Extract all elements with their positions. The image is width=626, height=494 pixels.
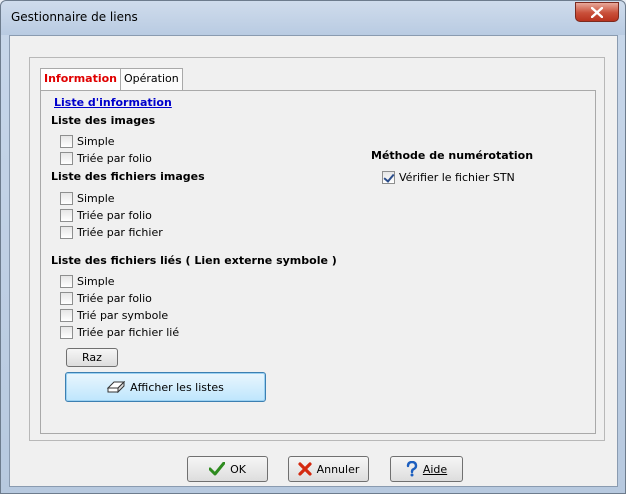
linked-folio-option[interactable]: Triée par folio: [60, 290, 152, 306]
images-simple-checkbox[interactable]: [60, 134, 73, 148]
tab-information[interactable]: Information: [40, 68, 121, 90]
image-files-section-title: Liste des fichiers images: [51, 170, 205, 183]
checkbox-label: Triée par folio: [77, 151, 152, 165]
tab-strip: Information Opération: [40, 68, 183, 90]
check-stn-option[interactable]: Vérifier le fichier STN: [382, 169, 515, 185]
close-icon: [591, 6, 603, 18]
window-title: Gestionnaire de liens: [11, 10, 138, 24]
check-stn-checkbox[interactable]: [382, 170, 395, 184]
show-lists-button-label: Afficher les listes: [130, 380, 224, 394]
checkbox-label: Vérifier le fichier STN: [399, 170, 515, 184]
close-button[interactable]: [575, 2, 619, 22]
tab-content-information: Liste d'information Liste des images Sim…: [40, 90, 596, 434]
linked-file-option[interactable]: Triée par fichier lié: [60, 324, 179, 340]
image-files-simple-option[interactable]: Simple: [60, 190, 115, 206]
images-section-title: Liste des images: [51, 114, 156, 127]
checkbox-label: Trié par symbole: [77, 308, 169, 322]
image-files-folio-option[interactable]: Triée par folio: [60, 207, 152, 223]
title-bar[interactable]: Gestionnaire de liens: [1, 1, 625, 35]
dialog-window: Gestionnaire de liens Information Opérat…: [0, 0, 626, 494]
info-list-link[interactable]: Liste d'information: [54, 96, 172, 109]
checkbox-label: Triée par fichier lié: [77, 325, 180, 339]
linked-simple-checkbox[interactable]: [60, 274, 73, 288]
content-panel: Information Opération Liste d'informatio…: [29, 57, 605, 441]
images-simple-option[interactable]: Simple: [60, 133, 115, 149]
help-button[interactable]: Aide: [390, 456, 463, 482]
linked-files-section-title: Liste des fichiers liés ( Lien externe s…: [51, 254, 337, 267]
tab-operation[interactable]: Opération: [121, 68, 183, 90]
cancel-button-label: Annuler: [316, 462, 360, 476]
linked-symbol-checkbox[interactable]: [60, 308, 73, 322]
show-lists-button[interactable]: Afficher les listes: [65, 372, 266, 402]
help-button-label: Aide: [422, 462, 448, 476]
reset-button[interactable]: Raz: [66, 348, 118, 367]
linked-simple-option[interactable]: Simple: [60, 273, 115, 289]
eraser-icon: [107, 381, 126, 393]
checkbox-label: Triée par folio: [77, 291, 152, 305]
image-files-file-checkbox[interactable]: [60, 225, 73, 239]
checkmark-icon: [209, 462, 226, 476]
cancel-button[interactable]: Annuler: [288, 456, 369, 482]
linked-symbol-option[interactable]: Trié par symbole: [60, 307, 168, 323]
linked-folio-checkbox[interactable]: [60, 291, 73, 305]
ok-button-label: OK: [230, 462, 246, 476]
checkbox-label: Triée par fichier: [77, 225, 163, 239]
checkbox-label: Simple: [77, 134, 115, 148]
image-files-folio-checkbox[interactable]: [60, 208, 73, 222]
checkbox-label: Triée par folio: [77, 208, 152, 222]
cancel-x-icon: [297, 462, 312, 476]
image-files-simple-checkbox[interactable]: [60, 191, 73, 205]
help-question-icon: [406, 461, 418, 477]
ok-button[interactable]: OK: [187, 456, 268, 482]
images-folio-option[interactable]: Triée par folio: [60, 150, 152, 166]
checkbox-label: Simple: [77, 191, 115, 205]
numbering-section-title: Méthode de numérotation: [371, 149, 534, 162]
dialog-client-area: Information Opération Liste d'informatio…: [9, 35, 618, 487]
images-folio-checkbox[interactable]: [60, 151, 73, 165]
reset-button-label: Raz: [82, 351, 102, 364]
image-files-file-option[interactable]: Triée par fichier: [60, 224, 163, 240]
linked-file-checkbox[interactable]: [60, 325, 73, 339]
checkbox-label: Simple: [77, 274, 115, 288]
